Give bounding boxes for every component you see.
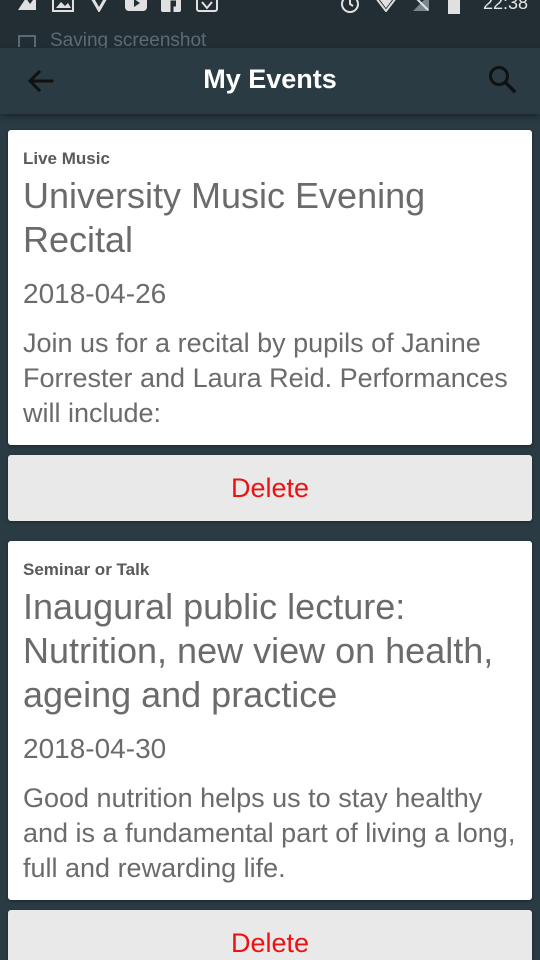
youtube-icon	[124, 0, 147, 12]
event-card[interactable]: Seminar or Talk Inaugural public lecture…	[8, 541, 532, 900]
event-category: Live Music	[23, 149, 110, 168]
vpn-icon	[88, 0, 110, 12]
signal-app-icon	[16, 0, 38, 12]
page-title: My Events	[203, 64, 337, 94]
event-card[interactable]: Live Music University Music Evening Reci…	[8, 130, 532, 445]
notification-text: Saving screenshot	[50, 30, 207, 48]
status-icons-right: 22:38	[339, 0, 528, 14]
battery-icon	[447, 0, 469, 14]
event-description: Join us for a recital by pupils of Janin…	[23, 328, 508, 428]
event-title: Inaugural public lecture: Nutrition, new…	[23, 586, 494, 715]
alarm-icon	[339, 0, 361, 13]
delete-button[interactable]: Delete	[8, 455, 532, 521]
event-title: University Music Evening Recital	[23, 175, 426, 260]
status-bar: 22:38 Saving screenshot	[0, 0, 540, 48]
image-icon	[52, 0, 74, 12]
screenshot-icon	[18, 35, 36, 47]
cellular-off-icon	[411, 0, 433, 12]
notification-line: Saving screenshot	[18, 30, 206, 48]
status-icons-left	[16, 0, 218, 12]
wifi-icon	[375, 0, 397, 12]
event-category: Seminar or Talk	[23, 560, 150, 579]
event-date: 2018-04-30	[23, 733, 167, 764]
app-bar: My Events	[0, 48, 540, 114]
search-icon	[489, 66, 517, 94]
event-date: 2018-04-26	[23, 278, 167, 309]
event-description: Good nutrition helps us to stay healthy …	[23, 783, 516, 883]
search-button[interactable]	[486, 63, 520, 97]
event-list: Live Music University Music Evening Reci…	[8, 130, 532, 960]
delete-button[interactable]: Delete	[8, 910, 532, 960]
google-voice-icon	[196, 0, 218, 12]
status-time: 22:38	[482, 0, 528, 13]
facebook-icon	[160, 0, 182, 12]
